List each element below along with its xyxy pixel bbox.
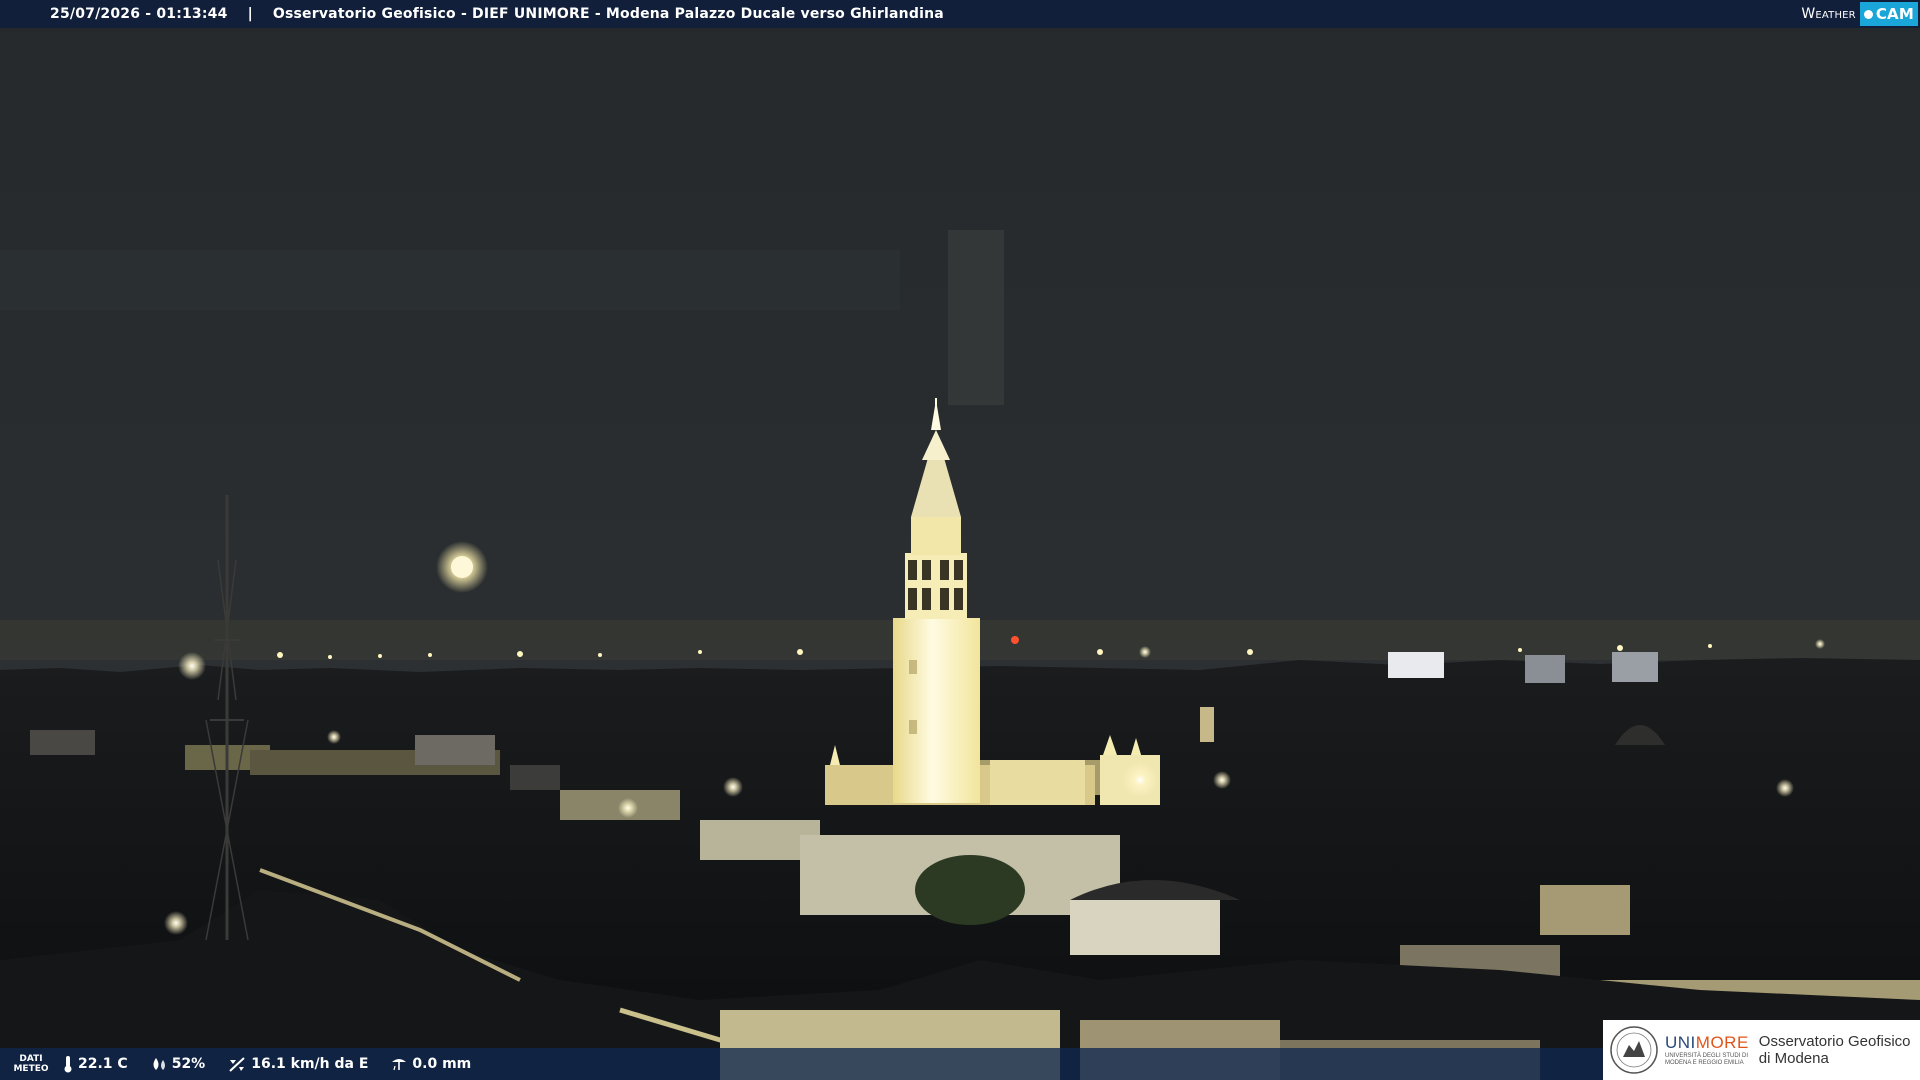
weather-data-bar: DATI METEO 22.1 C 52% 16.1 km/h da E 0.0…: [0, 1048, 1603, 1080]
lit-building: [1525, 655, 1565, 683]
wind-value: 16.1 km/h da E: [251, 1056, 369, 1072]
webcam-scene: [0, 0, 1920, 1080]
timestamp: 25/07/2026 - 01:13:44: [50, 6, 228, 22]
thermometer-icon: [64, 1056, 72, 1073]
street-lamp: [723, 777, 743, 797]
humidity-drops-icon: [153, 1058, 165, 1070]
webcam-viewport: 25/07/2026 - 01:13:44 | Osservatorio Geo…: [0, 0, 1920, 1080]
weather-data-label-line2: METEO: [13, 1064, 49, 1074]
rain-gauge-icon: [392, 1059, 407, 1071]
unimore-wordmark-uni: UNI: [1665, 1033, 1696, 1052]
building: [1540, 885, 1630, 935]
humidity-value: 52%: [171, 1056, 206, 1072]
weather-wordmark: Weather: [1801, 6, 1856, 22]
building: [30, 730, 95, 755]
unimore-subtitle-line1: UNIVERSITÀ DEGLI STUDI DI: [1665, 1053, 1749, 1059]
wind-metric: 16.1 km/h da E: [227, 1055, 368, 1073]
unimore-logo-panel: UNIMORE UNIVERSITÀ DEGLI STUDI DI MODENA…: [1603, 1020, 1920, 1080]
weathercam-logo: Weather CAM: [1801, 0, 1920, 28]
camera-title: Osservatorio Geofisico - DIEF UNIMORE - …: [272, 6, 944, 22]
building: [510, 765, 560, 790]
street-lamp: [618, 798, 638, 818]
lit-building: [1388, 652, 1444, 678]
cam-dot-icon: [1863, 9, 1873, 19]
unimore-wordmark-more: MORE: [1695, 1033, 1749, 1052]
glass-reflection: [948, 230, 1004, 405]
trees: [915, 855, 1025, 925]
weather-data-label-line1: DATI: [19, 1054, 43, 1064]
weather-data-label: DATI METEO: [0, 1054, 62, 1074]
temperature-value: 22.1 C: [78, 1056, 128, 1072]
street-lamp: [178, 652, 206, 680]
street-lamp: [164, 911, 188, 935]
cam-badge: CAM: [1859, 2, 1918, 26]
rain-value: 0.0 mm: [412, 1056, 472, 1072]
street-lamp: [327, 730, 341, 744]
cam-wordmark: CAM: [1875, 5, 1914, 23]
street-lamp: [1776, 779, 1794, 797]
building: [1070, 900, 1220, 955]
humidity-metric: 52%: [150, 1056, 206, 1072]
observatory-name-line2: di Modena: [1758, 1050, 1829, 1067]
unimore-wordmark: UNIMORE: [1665, 1033, 1749, 1053]
rain-metric: 0.0 mm: [390, 1056, 471, 1072]
moon: [451, 556, 473, 578]
unimore-wordmark-block: UNIMORE UNIVERSITÀ DEGLI STUDI DI MODENA…: [1665, 1033, 1749, 1067]
unimore-seal-icon: [1610, 1026, 1658, 1074]
top-info-bar: 25/07/2026 - 01:13:44 | Osservatorio Geo…: [0, 0, 1920, 28]
bell-tower-small: [1200, 707, 1214, 742]
unimore-subtitle-line2: MODENA E REGGIO EMILIA: [1665, 1060, 1744, 1066]
wind-vane-icon: [229, 1057, 245, 1072]
lit-building: [1612, 652, 1658, 682]
unimore-subtitle: UNIVERSITÀ DEGLI STUDI DI MODENA E REGGI…: [1665, 1053, 1749, 1067]
title-separator: |: [247, 6, 253, 22]
building: [415, 735, 495, 765]
observatory-name: Osservatorio Geofisico di Modena: [1759, 1033, 1911, 1067]
haze-band: [0, 250, 900, 310]
observatory-name-line1: Osservatorio Geofisico: [1758, 1033, 1911, 1050]
street-lamp: [1213, 771, 1231, 789]
temperature-metric: 22.1 C: [62, 1055, 128, 1073]
